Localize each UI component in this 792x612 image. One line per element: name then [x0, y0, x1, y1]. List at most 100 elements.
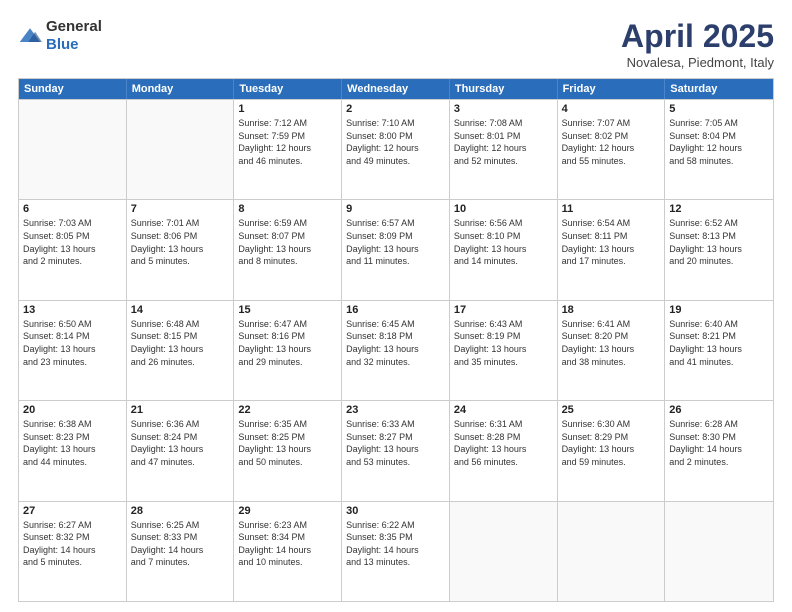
day-info: Sunrise: 6:25 AM Sunset: 8:33 PM Dayligh… [131, 519, 230, 569]
calendar-body: 1 Sunrise: 7:12 AM Sunset: 7:59 PM Daylig… [19, 99, 773, 601]
title-block: April 2025 Novalesa, Piedmont, Italy [621, 18, 774, 70]
day-number: 20 [23, 404, 122, 416]
day-info: Sunrise: 6:23 AM Sunset: 8:34 PM Dayligh… [238, 519, 337, 569]
header-day-monday: Monday [127, 79, 235, 99]
day-number: 30 [346, 505, 445, 517]
day-info: Sunrise: 6:33 AM Sunset: 8:27 PM Dayligh… [346, 418, 445, 468]
location-subtitle: Novalesa, Piedmont, Italy [621, 55, 774, 70]
day-info: Sunrise: 6:36 AM Sunset: 8:24 PM Dayligh… [131, 418, 230, 468]
day-cell-8: 8 Sunrise: 6:59 AM Sunset: 8:07 PM Daylig… [234, 200, 342, 299]
calendar-row-2: 13 Sunrise: 6:50 AM Sunset: 8:14 PM Dayli… [19, 300, 773, 400]
header-day-saturday: Saturday [665, 79, 773, 99]
day-cell-1: 1 Sunrise: 7:12 AM Sunset: 7:59 PM Daylig… [234, 100, 342, 199]
empty-cell-0-0 [19, 100, 127, 199]
day-info: Sunrise: 6:22 AM Sunset: 8:35 PM Dayligh… [346, 519, 445, 569]
day-cell-10: 10 Sunrise: 6:56 AM Sunset: 8:10 PM Dayli… [450, 200, 558, 299]
calendar-row-4: 27 Sunrise: 6:27 AM Sunset: 8:32 PM Dayli… [19, 501, 773, 601]
logo: General Blue [18, 18, 102, 54]
day-cell-28: 28 Sunrise: 6:25 AM Sunset: 8:33 PM Dayli… [127, 502, 235, 601]
day-number: 8 [238, 203, 337, 215]
day-number: 21 [131, 404, 230, 416]
day-info: Sunrise: 6:54 AM Sunset: 8:11 PM Dayligh… [562, 217, 661, 267]
logo-general: General [46, 18, 102, 35]
day-info: Sunrise: 6:52 AM Sunset: 8:13 PM Dayligh… [669, 217, 769, 267]
day-info: Sunrise: 7:01 AM Sunset: 8:06 PM Dayligh… [131, 217, 230, 267]
day-number: 4 [562, 103, 661, 115]
day-info: Sunrise: 6:57 AM Sunset: 8:09 PM Dayligh… [346, 217, 445, 267]
calendar: SundayMondayTuesdayWednesdayThursdayFrid… [18, 78, 774, 602]
header-day-wednesday: Wednesday [342, 79, 450, 99]
day-info: Sunrise: 7:12 AM Sunset: 7:59 PM Dayligh… [238, 117, 337, 167]
day-number: 1 [238, 103, 337, 115]
day-cell-22: 22Sunrise: 6:35 AM Sunset: 8:25 PM Dayli… [234, 401, 342, 500]
day-number: 28 [131, 505, 230, 517]
day-info: Sunrise: 6:28 AM Sunset: 8:30 PM Dayligh… [669, 418, 769, 468]
day-cell-30: 30 Sunrise: 6:22 AM Sunset: 8:35 PM Dayli… [342, 502, 450, 601]
day-number: 3 [454, 103, 553, 115]
empty-cell-4-4 [450, 502, 558, 601]
day-cell-5: 5 Sunrise: 7:05 AM Sunset: 8:04 PM Daylig… [665, 100, 773, 199]
day-info: Sunrise: 6:50 AM Sunset: 8:14 PM Dayligh… [23, 318, 122, 368]
day-info: Sunrise: 6:27 AM Sunset: 8:32 PM Dayligh… [23, 519, 122, 569]
day-cell-13: 13 Sunrise: 6:50 AM Sunset: 8:14 PM Dayli… [19, 301, 127, 400]
day-info: Sunrise: 6:59 AM Sunset: 8:07 PM Dayligh… [238, 217, 337, 267]
page-header: General Blue April 2025 Novalesa, Piedmo… [18, 18, 774, 70]
day-info: Sunrise: 7:08 AM Sunset: 8:01 PM Dayligh… [454, 117, 553, 167]
calendar-page: General Blue April 2025 Novalesa, Piedmo… [0, 0, 792, 612]
day-info: Sunrise: 6:47 AM Sunset: 8:16 PM Dayligh… [238, 318, 337, 368]
day-number: 13 [23, 304, 122, 316]
day-cell-7: 7Sunrise: 7:01 AM Sunset: 8:06 PM Daylig… [127, 200, 235, 299]
calendar-row-3: 20Sunrise: 6:38 AM Sunset: 8:23 PM Dayli… [19, 400, 773, 500]
day-cell-11: 11 Sunrise: 6:54 AM Sunset: 8:11 PM Dayli… [558, 200, 666, 299]
header-day-friday: Friday [558, 79, 666, 99]
calendar-row-1: 6 Sunrise: 7:03 AM Sunset: 8:05 PM Daylig… [19, 199, 773, 299]
day-cell-25: 25 Sunrise: 6:30 AM Sunset: 8:29 PM Dayli… [558, 401, 666, 500]
day-cell-16: 16Sunrise: 6:45 AM Sunset: 8:18 PM Dayli… [342, 301, 450, 400]
day-number: 25 [562, 404, 661, 416]
logo-icon [18, 26, 42, 46]
day-info: Sunrise: 6:30 AM Sunset: 8:29 PM Dayligh… [562, 418, 661, 468]
day-cell-20: 20Sunrise: 6:38 AM Sunset: 8:23 PM Dayli… [19, 401, 127, 500]
calendar-row-0: 1 Sunrise: 7:12 AM Sunset: 7:59 PM Daylig… [19, 99, 773, 199]
day-number: 6 [23, 203, 122, 215]
day-cell-15: 15 Sunrise: 6:47 AM Sunset: 8:16 PM Dayli… [234, 301, 342, 400]
day-cell-9: 9 Sunrise: 6:57 AM Sunset: 8:09 PM Daylig… [342, 200, 450, 299]
day-number: 11 [562, 203, 661, 215]
day-cell-29: 29 Sunrise: 6:23 AM Sunset: 8:34 PM Dayli… [234, 502, 342, 601]
day-number: 2 [346, 103, 445, 115]
day-info: Sunrise: 6:48 AM Sunset: 8:15 PM Dayligh… [131, 318, 230, 368]
day-number: 23 [346, 404, 445, 416]
day-info: Sunrise: 7:05 AM Sunset: 8:04 PM Dayligh… [669, 117, 769, 167]
day-number: 15 [238, 304, 337, 316]
day-cell-2: 2 Sunrise: 7:10 AM Sunset: 8:00 PM Daylig… [342, 100, 450, 199]
calendar-header: SundayMondayTuesdayWednesdayThursdayFrid… [19, 79, 773, 99]
day-cell-23: 23 Sunrise: 6:33 AM Sunset: 8:27 PM Dayli… [342, 401, 450, 500]
day-number: 16 [346, 304, 445, 316]
day-number: 22 [238, 404, 337, 416]
day-cell-4: 4Sunrise: 7:07 AM Sunset: 8:02 PM Daylig… [558, 100, 666, 199]
day-number: 10 [454, 203, 553, 215]
day-number: 29 [238, 505, 337, 517]
day-cell-12: 12 Sunrise: 6:52 AM Sunset: 8:13 PM Dayli… [665, 200, 773, 299]
day-cell-17: 17Sunrise: 6:43 AM Sunset: 8:19 PM Dayli… [450, 301, 558, 400]
day-number: 5 [669, 103, 769, 115]
day-number: 14 [131, 304, 230, 316]
day-number: 27 [23, 505, 122, 517]
day-number: 12 [669, 203, 769, 215]
day-info: Sunrise: 7:03 AM Sunset: 8:05 PM Dayligh… [23, 217, 122, 267]
day-cell-18: 18Sunrise: 6:41 AM Sunset: 8:20 PM Dayli… [558, 301, 666, 400]
day-info: Sunrise: 6:56 AM Sunset: 8:10 PM Dayligh… [454, 217, 553, 267]
day-number: 19 [669, 304, 769, 316]
day-cell-14: 14 Sunrise: 6:48 AM Sunset: 8:15 PM Dayli… [127, 301, 235, 400]
day-info: Sunrise: 6:40 AM Sunset: 8:21 PM Dayligh… [669, 318, 769, 368]
day-cell-26: 26Sunrise: 6:28 AM Sunset: 8:30 PM Dayli… [665, 401, 773, 500]
empty-cell-0-1 [127, 100, 235, 199]
day-info: Sunrise: 6:41 AM Sunset: 8:20 PM Dayligh… [562, 318, 661, 368]
day-number: 9 [346, 203, 445, 215]
day-cell-21: 21 Sunrise: 6:36 AM Sunset: 8:24 PM Dayli… [127, 401, 235, 500]
day-info: Sunrise: 7:10 AM Sunset: 8:00 PM Dayligh… [346, 117, 445, 167]
day-cell-6: 6 Sunrise: 7:03 AM Sunset: 8:05 PM Daylig… [19, 200, 127, 299]
day-cell-3: 3 Sunrise: 7:08 AM Sunset: 8:01 PM Daylig… [450, 100, 558, 199]
logo-blue: Blue [46, 36, 79, 53]
empty-cell-4-6 [665, 502, 773, 601]
